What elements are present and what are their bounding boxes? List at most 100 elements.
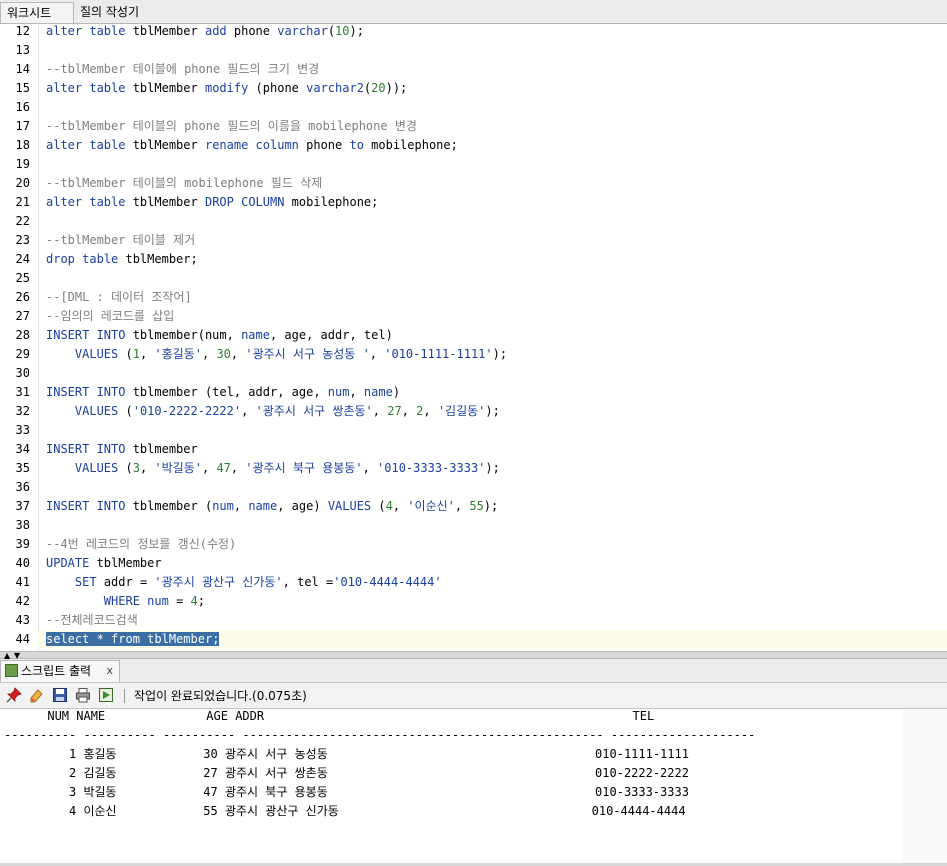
save-icon[interactable] xyxy=(52,687,68,703)
code-token: '김길동' xyxy=(437,404,486,418)
code-token: INSERT INTO xyxy=(46,442,126,456)
code-line[interactable]: --전체레코드검색 xyxy=(46,611,941,630)
code-token: 4 xyxy=(385,499,393,513)
code-token: '광주시 광산구 신가동' xyxy=(154,575,283,589)
code-token: * xyxy=(89,632,112,646)
code-line[interactable]: --4번 레코드의 정보를 갱신(수정) xyxy=(46,535,941,554)
code-token: '010-2222-2222' xyxy=(132,404,242,418)
code-token: = xyxy=(168,594,191,608)
code-token: 47 xyxy=(216,461,231,475)
code-token: modify xyxy=(204,81,249,95)
print-icon[interactable] xyxy=(75,687,91,703)
eraser-icon[interactable] xyxy=(28,687,44,703)
line-number: 44 xyxy=(15,632,30,646)
code-line[interactable]: WHERE num = 4; xyxy=(46,592,941,611)
code-token: , xyxy=(241,404,256,418)
code-token: tblmember (tel, addr, age, xyxy=(125,385,328,399)
code-line[interactable]: alter table tblMember add phone varchar(… xyxy=(46,24,941,41)
code-token: 1 xyxy=(132,347,140,361)
code-line[interactable] xyxy=(46,516,941,535)
code-token: '홍길동' xyxy=(154,347,202,361)
code-token: , xyxy=(233,499,249,513)
code-line[interactable]: --tblMember 테이블의 phone 필드의 이름을 mobilepho… xyxy=(46,117,941,136)
line-number: 17 xyxy=(15,119,30,133)
code-line[interactable] xyxy=(46,421,941,440)
line-number-gutter: 12 13 14 15 16 17 18 19 20 21 22 23 24 25 26 27 28 29 30 31… xyxy=(0,24,39,651)
code-line[interactable]: UPDATE tblMember xyxy=(46,554,941,573)
code-line[interactable]: alter table tblMember DROP COLUMN mobile… xyxy=(46,193,941,212)
code-token: ) xyxy=(392,385,401,399)
code-token: , xyxy=(392,499,408,513)
code-token: INSERT INTO xyxy=(46,328,126,342)
code-line[interactable] xyxy=(46,98,941,117)
code-line[interactable]: SET addr = '광주시 광산구 신가동', tel ='010-4444… xyxy=(46,573,941,592)
line-number: 38 xyxy=(15,518,30,532)
line-number: 25 xyxy=(15,271,30,285)
code-line[interactable]: INSERT INTO tblmember xyxy=(46,440,941,459)
line-number: 32 xyxy=(15,404,30,418)
code-token: mobilephone; xyxy=(284,195,379,209)
tab-script-output[interactable]: 스크립트 출력 x xyxy=(0,660,120,682)
code-line[interactable] xyxy=(46,212,941,231)
code-line[interactable]: --tblMember 테이블에 phone 필드의 크기 변경 xyxy=(46,60,941,79)
result-separator: ---------- ---------- ---------- -------… xyxy=(4,728,756,742)
code-line[interactable] xyxy=(46,155,941,174)
code-line[interactable] xyxy=(46,478,941,497)
code-line[interactable]: INSERT INTO tblmember (tel, addr, age, n… xyxy=(46,383,941,402)
code-line[interactable]: alter table tblMember rename column phon… xyxy=(46,136,941,155)
code-token: --tblMember 테이블의 phone 필드의 이름을 mobilepho… xyxy=(46,119,417,133)
line-number: 15 xyxy=(15,81,30,95)
panel-splitter[interactable]: ▲ ▼ xyxy=(0,651,947,660)
code-token: num xyxy=(212,499,234,513)
output-vertical-area xyxy=(902,709,947,863)
output-tab-bar: 스크립트 출력 x xyxy=(0,659,947,683)
line-number: 21 xyxy=(15,195,30,209)
code-token: tblMember xyxy=(89,556,162,570)
code-line[interactable]: --[DML : 데이터 조작어] xyxy=(46,288,941,307)
line-number: 16 xyxy=(15,100,30,114)
code-token: ); xyxy=(492,347,508,361)
line-number: 14 xyxy=(15,62,30,76)
code-token: '010-4444-4444' xyxy=(333,575,442,589)
pin-icon[interactable] xyxy=(6,687,22,703)
code-line[interactable]: drop table tblMember; xyxy=(46,250,941,269)
code-token: , age, addr, tel) xyxy=(269,328,393,342)
code-line[interactable]: select * from tblMember; xyxy=(46,630,941,649)
code-token: , xyxy=(372,404,388,418)
code-token: ( xyxy=(118,347,133,361)
tab-worksheet[interactable]: 워크시트 xyxy=(0,2,74,23)
line-number: 42 xyxy=(15,594,30,608)
line-number: 23 xyxy=(15,233,30,247)
code-token: , xyxy=(139,347,155,361)
code-line[interactable]: alter table tblMember modify (phone varc… xyxy=(46,79,941,98)
code-token: 55 xyxy=(469,499,484,513)
script-output-area[interactable]: NUM NAME AGE ADDR TEL ---------- --------… xyxy=(0,709,903,863)
code-token: , age) xyxy=(277,499,328,513)
code-line[interactable]: VALUES (1, '홍길동', 30, '광주시 서구 농성동 ', '01… xyxy=(46,345,941,364)
code-token: '광주시 서구 농성동 ' xyxy=(245,347,370,361)
code-line[interactable] xyxy=(46,269,941,288)
code-token: , xyxy=(139,461,155,475)
code-line[interactable]: INSERT INTO tblmember(num, name, age, ad… xyxy=(46,326,941,345)
tab-query-builder[interactable]: 질의 작성기 xyxy=(74,2,145,23)
code-line[interactable]: --임의의 레코드를 삽입 xyxy=(46,307,941,326)
code-token: ); xyxy=(485,404,500,418)
code-token: '광주시 북구 용봉동' xyxy=(245,461,363,475)
line-number: 18 xyxy=(15,138,30,152)
code-line[interactable] xyxy=(46,364,941,383)
code-line[interactable]: VALUES (3, '박길동', 47, '광주시 북구 용봉동', '010… xyxy=(46,459,941,478)
close-icon[interactable]: x xyxy=(106,661,113,681)
code-token: INSERT INTO xyxy=(46,385,126,399)
code-line[interactable]: --tblMember 테이블 제거 xyxy=(46,231,941,250)
code-line[interactable]: INSERT INTO tblmember (num, name, age) V… xyxy=(46,497,941,516)
code-line[interactable]: --tblMember 테이블의 mobilephone 필드 삭제 xyxy=(46,174,941,193)
line-number: 13 xyxy=(15,43,30,57)
line-number: 39 xyxy=(15,537,30,551)
run-script-icon[interactable] xyxy=(98,687,114,703)
sql-worksheet-editor[interactable]: 12 13 14 15 16 17 18 19 20 21 22 23 24 25 26 27 28 29 30 31… xyxy=(0,24,947,651)
code-line[interactable]: VALUES ('010-2222-2222', '광주시 서구 쌍촌동', 2… xyxy=(46,402,941,421)
code-line[interactable] xyxy=(46,41,941,60)
code-token: , xyxy=(454,499,470,513)
